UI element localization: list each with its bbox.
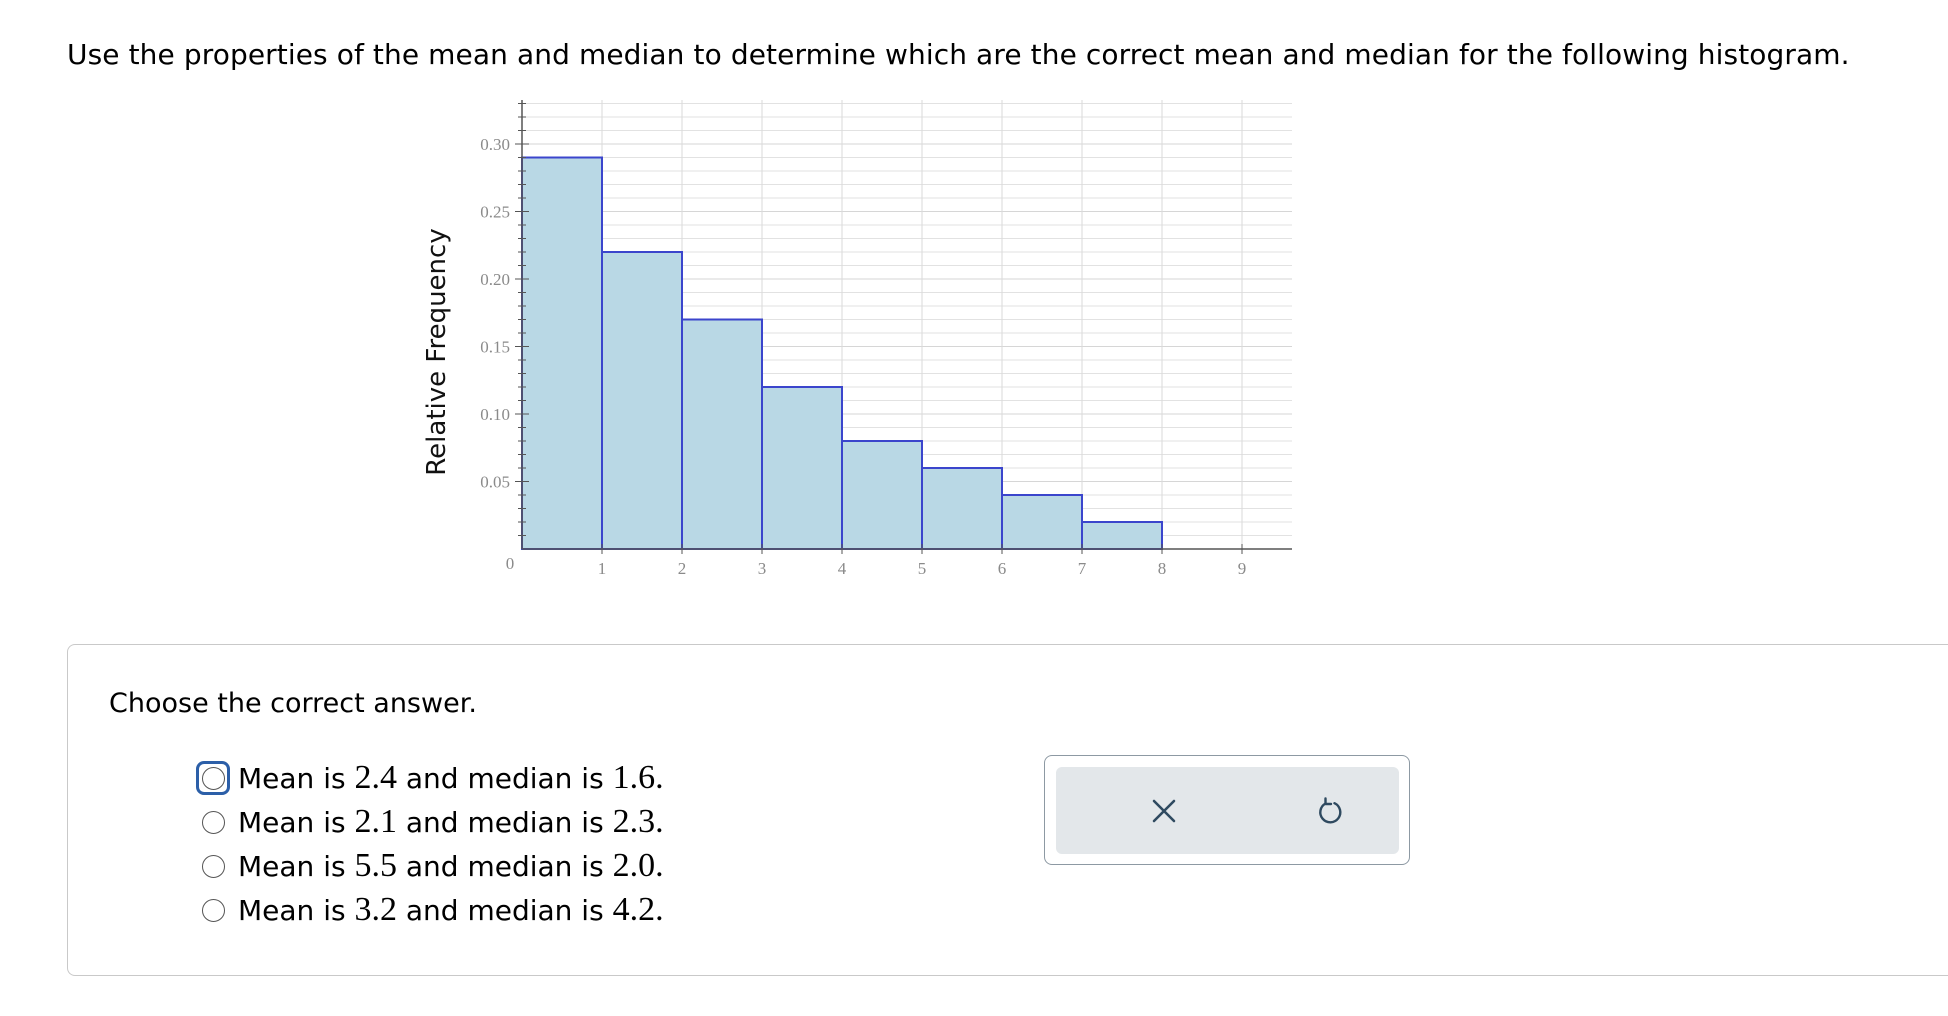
histogram-bar (921, 467, 1003, 550)
answer-option-2[interactable]: Mean is 2.1 and median is 2.3. (196, 800, 664, 844)
x-icon (1152, 799, 1176, 823)
answer-options: Mean is 2.4 and median is 1.6. Mean is 2… (196, 756, 664, 932)
x-tick-label: 0 (506, 554, 515, 573)
y-tick-label: 0.10 (480, 405, 510, 424)
answer-option-3[interactable]: Mean is 5.5 and median is 2.0. (196, 844, 664, 888)
undo-icon (1319, 797, 1342, 824)
x-tick-label: 1 (598, 559, 607, 578)
answer-tools (1044, 755, 1410, 865)
answer-prompt: Choose the correct answer. (109, 688, 477, 719)
focus-ring (196, 761, 230, 795)
x-tick-label: 6 (998, 559, 1007, 578)
y-axis-label: Relative Frequency (422, 228, 452, 475)
option-label: Mean is 3.2 and median is 4.2. (238, 891, 664, 928)
histogram-bar (681, 318, 763, 550)
x-tick-label: 7 (1078, 559, 1087, 578)
histogram-bar (841, 440, 923, 550)
histogram-bar (1081, 521, 1163, 550)
y-tick-label: 0.20 (480, 270, 510, 289)
y-tick-label: 0.25 (480, 203, 510, 222)
y-tick-label: 0.30 (480, 135, 510, 154)
x-tick-label: 5 (918, 559, 927, 578)
x-tick-label: 4 (838, 559, 847, 578)
answer-option-4[interactable]: Mean is 3.2 and median is 4.2. (196, 888, 664, 932)
x-tick-label: 3 (758, 559, 767, 578)
histogram-bar (601, 251, 683, 550)
radio-button[interactable] (201, 810, 225, 834)
histogram-chart: 0.05 0.10 0.15 0.20 0.25 0.30 0 1 2 3 4 5 6 7 8 9 Relati… (422, 100, 1292, 578)
y-tick-label: 0.15 (480, 338, 510, 357)
tool-tray (1056, 767, 1399, 854)
option-label: Mean is 2.1 and median is 2.3. (238, 803, 664, 840)
radio-button[interactable] (201, 766, 225, 790)
focus-ring (196, 849, 230, 883)
x-tick-label: 9 (1238, 559, 1247, 578)
radio-button[interactable] (201, 854, 225, 878)
radio-button[interactable] (201, 898, 225, 922)
histogram-bar (521, 156, 603, 550)
focus-ring (196, 893, 230, 927)
option-label: Mean is 2.4 and median is 1.6. (238, 759, 664, 796)
option-label: Mean is 5.5 and median is 2.0. (238, 847, 664, 884)
y-tick-label: 0.05 (480, 473, 510, 492)
x-tick-label: 2 (678, 559, 687, 578)
clear-answer-button[interactable] (1140, 787, 1188, 835)
histogram-bar (761, 386, 843, 550)
focus-ring (196, 805, 230, 839)
answer-option-1[interactable]: Mean is 2.4 and median is 1.6. (196, 756, 664, 800)
x-tick-label: 8 (1158, 559, 1167, 578)
reset-answer-button[interactable] (1306, 787, 1354, 835)
histogram-bar (1001, 494, 1083, 550)
